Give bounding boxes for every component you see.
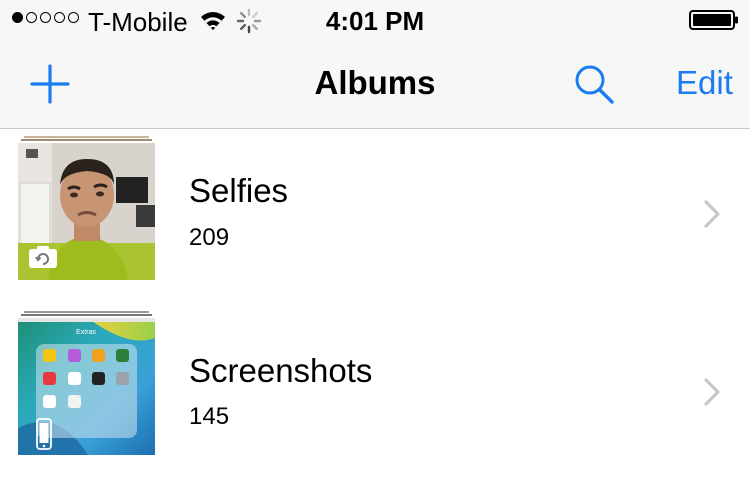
album-title: Screenshots [189, 352, 373, 389]
album-row-selfies[interactable]: Selfies 209 [0, 129, 750, 299]
status-bar: T-Mobile 4:01 PM [0, 0, 750, 40]
album-count: 209 [189, 224, 230, 251]
top-bar: T-Mobile 4:01 PM Albums Edit [0, 0, 750, 129]
albums-screen: T-Mobile 4:01 PM Albums Edit Selfies 209… [0, 0, 750, 481]
iphone-icon [36, 418, 52, 450]
chevron-right-icon [704, 378, 720, 406]
battery-icon [689, 10, 738, 30]
folder-label: Extras [76, 329, 96, 336]
album-thumbnail: Extras [18, 318, 155, 455]
front-camera-rotate-icon [29, 246, 57, 268]
chevron-right-icon [704, 200, 720, 228]
edit-button[interactable]: Edit [676, 64, 733, 102]
album-thumbnail [18, 143, 155, 280]
search-icon[interactable] [572, 62, 616, 106]
album-title: Selfies [189, 172, 289, 209]
album-count: 145 [189, 403, 230, 430]
status-time: 4:01 PM [325, 6, 425, 36]
page-title: Albums [314, 64, 436, 101]
album-row-screenshots[interactable]: Extras Screenshots 145 [0, 309, 750, 479]
navigation-bar: Albums Edit [0, 40, 750, 128]
